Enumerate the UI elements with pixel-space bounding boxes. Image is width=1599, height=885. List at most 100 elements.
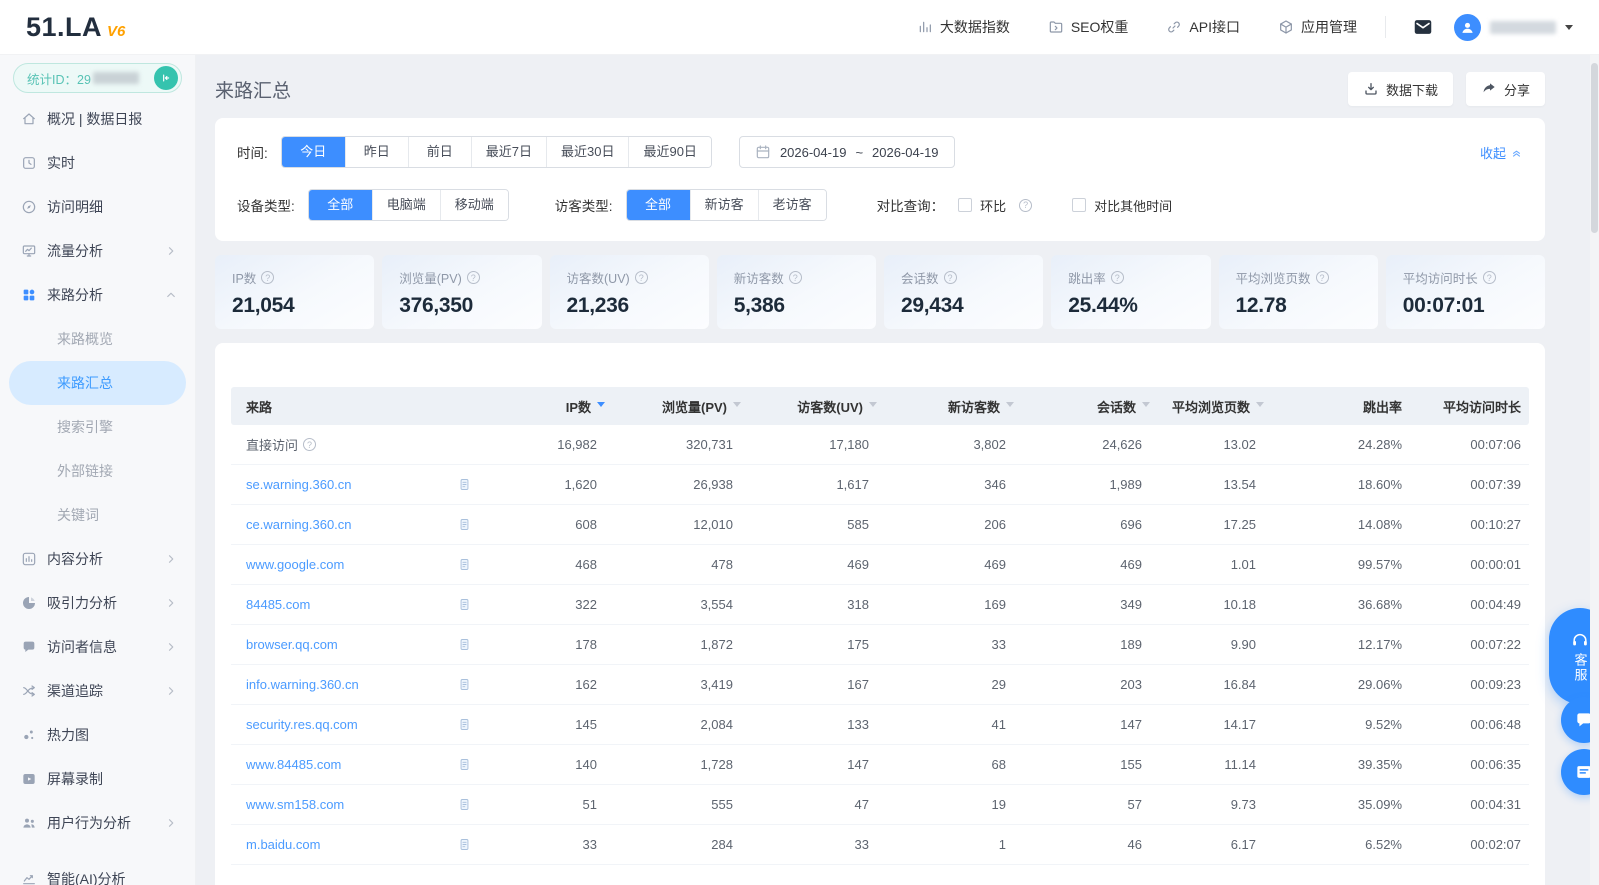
data-download-button[interactable]: 数据下载	[1348, 72, 1453, 106]
visitor-seg-0[interactable]: 全部	[627, 190, 690, 220]
cell-7: 00:09:23	[1410, 677, 1529, 692]
avatar[interactable]	[1454, 14, 1481, 41]
topnav-item-3[interactable]: 应用管理	[1278, 17, 1357, 37]
page-actions: 数据下载 分享	[1348, 72, 1545, 106]
sidebar-item-8[interactable]: 渠道追踪	[0, 669, 195, 713]
sidebar-item-6[interactable]: 吸引力分析	[0, 581, 195, 625]
sort-caret-icon[interactable]	[1142, 402, 1150, 411]
sort-caret-icon[interactable]	[597, 402, 605, 411]
stat-card-1: 浏览量(PV)?376,350	[382, 255, 541, 329]
page-detail-icon[interactable]	[457, 516, 472, 533]
help-icon[interactable]: ?	[1316, 271, 1329, 284]
sort-caret-icon[interactable]	[869, 402, 877, 411]
cell-1: 3,554	[605, 597, 741, 612]
time-seg-2[interactable]: 前日	[408, 137, 471, 167]
checkbox[interactable]	[958, 198, 972, 212]
sidebar-item-0[interactable]: 概况 | 数据日报	[0, 97, 195, 141]
cell-0: 33	[499, 837, 605, 852]
scrollbar-track[interactable]	[1590, 55, 1599, 885]
source-link[interactable]: info.warning.360.cn	[246, 677, 359, 692]
page-detail-icon[interactable]	[457, 676, 472, 693]
source-link[interactable]: 84485.com	[246, 597, 310, 612]
device-seg-0[interactable]: 全部	[309, 190, 372, 220]
source-link[interactable]: www.84485.com	[246, 757, 341, 772]
help-icon[interactable]: ?	[1019, 199, 1032, 212]
time-seg-0[interactable]: 今日	[282, 137, 345, 167]
sidebar-item-2[interactable]: 访问明细	[0, 185, 195, 229]
collapse-sidebar-button[interactable]	[154, 66, 178, 90]
help-icon[interactable]: ?	[467, 271, 480, 284]
user-menu-caret-icon[interactable]	[1565, 25, 1573, 34]
source-link[interactable]: ce.warning.360.cn	[246, 517, 352, 532]
help-icon[interactable]: ?	[944, 271, 957, 284]
cell-6: 9.52%	[1264, 717, 1410, 732]
sidebar-subitem-2[interactable]: 搜索引擎	[9, 405, 186, 449]
sidebar-item-5[interactable]: 内容分析	[0, 537, 195, 581]
col-2[interactable]: 浏览量(PV)	[605, 397, 741, 416]
sidebar-item-4[interactable]: 来路分析	[0, 273, 195, 317]
topnav-item-0[interactable]: 大数据指数	[917, 17, 1010, 37]
sidebar-item-10[interactable]: 屏幕录制	[0, 757, 195, 801]
visitor-seg-1[interactable]: 新访客	[690, 190, 758, 220]
help-icon[interactable]: ?	[261, 271, 274, 284]
page-detail-icon[interactable]	[457, 556, 472, 573]
checkbox[interactable]	[1072, 198, 1086, 212]
topnav-item-1[interactable]: SEO权重	[1048, 17, 1129, 37]
sidebar-item-1[interactable]: 实时	[0, 141, 195, 185]
sort-caret-icon[interactable]	[1006, 402, 1014, 411]
time-seg-1[interactable]: 昨日	[345, 137, 408, 167]
device-seg-2[interactable]: 移动端	[440, 190, 508, 220]
source-link[interactable]: security.res.qq.com	[246, 717, 358, 732]
time-seg-3[interactable]: 最近7日	[471, 137, 546, 167]
cell-6: 14.08%	[1264, 517, 1410, 532]
page-detail-icon[interactable]	[457, 596, 472, 613]
logo[interactable]: 51.LA V6	[26, 12, 125, 43]
col-3[interactable]: 访客数(UV)	[741, 397, 877, 416]
col-6[interactable]: 平均浏览页数	[1150, 397, 1264, 416]
sidebar-subitem-4[interactable]: 关键词	[9, 493, 186, 537]
page-detail-icon[interactable]	[457, 636, 472, 653]
page-detail-icon[interactable]	[457, 476, 472, 493]
collapse-filters-link[interactable]: 收起	[1480, 143, 1523, 162]
source-link[interactable]: browser.qq.com	[246, 637, 338, 652]
topnav-item-2[interactable]: API接口	[1166, 17, 1240, 37]
help-icon[interactable]: ?	[1483, 271, 1496, 284]
cell-5: 6.17	[1150, 837, 1264, 852]
page-detail-icon[interactable]	[457, 716, 472, 733]
sidebar-subitem-3[interactable]: 外部链接	[9, 449, 186, 493]
date-range-picker[interactable]: 2026-04-19 ~ 2026-04-19	[739, 136, 955, 168]
sidebar-item-9[interactable]: 热力图	[0, 713, 195, 757]
sidebar-subitem-0[interactable]: 来路概览	[9, 317, 186, 361]
sidebar-item-3[interactable]: 流量分析	[0, 229, 195, 273]
page-detail-icon[interactable]	[457, 836, 472, 853]
share-button[interactable]: 分享	[1466, 72, 1545, 106]
messages-icon[interactable]	[1412, 16, 1434, 38]
sort-caret-icon[interactable]	[733, 402, 741, 411]
col-5[interactable]: 会话数	[1014, 397, 1150, 416]
help-icon[interactable]: ?	[303, 438, 316, 451]
sidebar-item-11[interactable]: 用户行为分析	[0, 801, 195, 845]
col-1[interactable]: IP数	[499, 397, 605, 416]
time-seg-5[interactable]: 最近90日	[628, 137, 710, 167]
col-4[interactable]: 新访客数	[877, 397, 1014, 416]
sidebar-subitem-active[interactable]: 来路汇总	[9, 361, 186, 405]
sidebar-item-7[interactable]: 访问者信息	[0, 625, 195, 669]
cell-2: 33	[741, 837, 877, 852]
help-icon[interactable]: ?	[789, 271, 802, 284]
source-link[interactable]: se.warning.360.cn	[246, 477, 352, 492]
scrollbar-thumb[interactable]	[1591, 63, 1598, 233]
sidebar-item-12[interactable]: 智能(AI)分析	[0, 857, 195, 885]
source-link[interactable]: www.google.com	[246, 557, 344, 572]
help-icon[interactable]: ?	[635, 271, 648, 284]
page-detail-icon[interactable]	[457, 756, 472, 773]
visitor-seg-2[interactable]: 老访客	[758, 190, 826, 220]
device-seg-1[interactable]: 电脑端	[372, 190, 440, 220]
source-link[interactable]: m.baidu.com	[246, 837, 320, 852]
sort-caret-icon[interactable]	[1256, 402, 1264, 411]
help-icon[interactable]: ?	[1111, 271, 1124, 284]
stat-value: 00:07:01	[1403, 294, 1528, 318]
calendar-icon	[755, 144, 771, 160]
source-link[interactable]: www.sm158.com	[246, 797, 344, 812]
page-detail-icon[interactable]	[457, 796, 472, 813]
time-seg-4[interactable]: 最近30日	[546, 137, 628, 167]
